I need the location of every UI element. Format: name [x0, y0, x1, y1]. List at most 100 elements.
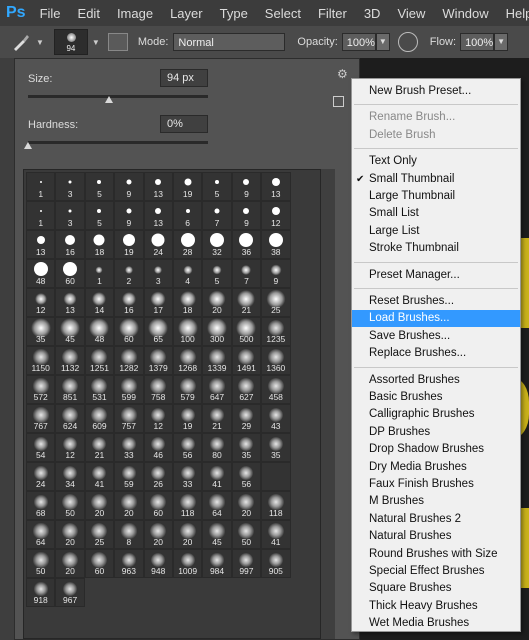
brush-preset-cell[interactable]: 38: [261, 230, 291, 259]
brush-preset-cell[interactable]: 948: [143, 549, 173, 578]
menu-item-wet-media-brushes[interactable]: Wet Media Brushes: [352, 615, 520, 632]
menu-file[interactable]: File: [40, 6, 61, 21]
flow-dropdown-icon[interactable]: ▼: [494, 33, 509, 51]
brush-preset-cell[interactable]: 1282: [114, 346, 144, 375]
brush-preset-cell[interactable]: 24: [26, 462, 56, 491]
brush-preset-cell[interactable]: 1150: [26, 346, 56, 375]
brush-preset-cell[interactable]: 59: [114, 462, 144, 491]
brush-preset-cell[interactable]: 60: [84, 549, 115, 578]
brush-preset-cell[interactable]: 18: [172, 288, 203, 317]
brush-preset-cell[interactable]: 2: [114, 259, 144, 288]
menu-select[interactable]: Select: [265, 6, 301, 21]
brush-preset-cell[interactable]: 20: [231, 491, 262, 520]
brush-preset-cell[interactable]: 33: [114, 433, 144, 462]
brush-preset-cell[interactable]: 18: [84, 230, 115, 259]
menu-item-new-brush-preset[interactable]: New Brush Preset...: [352, 83, 520, 100]
brush-preset-cell[interactable]: 56: [172, 433, 203, 462]
menu-item-dp-brushes[interactable]: DP Brushes: [352, 424, 520, 441]
brush-preset-cell[interactable]: 46: [143, 433, 173, 462]
brush-preset-cell[interactable]: 997: [231, 549, 262, 578]
brush-preset-cell[interactable]: 64: [202, 491, 232, 520]
brush-preset-cell[interactable]: 48: [26, 259, 56, 288]
brush-preset-cell[interactable]: 967: [55, 578, 85, 607]
hardness-slider[interactable]: [28, 141, 208, 144]
menu-item-preset-manager[interactable]: Preset Manager...: [352, 267, 520, 284]
brush-preset-cell[interactable]: 54: [26, 433, 56, 462]
brush-preset-cell[interactable]: 19: [172, 172, 203, 201]
brush-preset-cell[interactable]: 41: [84, 462, 115, 491]
brush-preset-cell[interactable]: 1: [26, 201, 56, 230]
brush-preset-cell[interactable]: 13: [261, 172, 291, 201]
menu-item-basic-brushes[interactable]: Basic Brushes: [352, 389, 520, 406]
brush-preset-cell[interactable]: 60: [114, 317, 144, 346]
brush-preset-cell[interactable]: 12: [143, 404, 173, 433]
brush-preset-cell[interactable]: 35: [261, 433, 291, 462]
brush-preset-cell[interactable]: 25: [261, 288, 291, 317]
brush-preset-cell[interactable]: 36: [231, 230, 262, 259]
menu-item-natural-brushes[interactable]: Natural Brushes: [352, 528, 520, 545]
menu-edit[interactable]: Edit: [78, 6, 100, 21]
brush-preset-cell[interactable]: 56: [231, 462, 262, 491]
brush-preset-cell[interactable]: 20: [84, 491, 115, 520]
panel-gear-icon[interactable]: ⚙: [337, 67, 348, 81]
brush-preset-cell[interactable]: 118: [172, 491, 203, 520]
menu-item-load-brushes[interactable]: Load Brushes...: [352, 310, 520, 328]
brush-preset-cell[interactable]: 13: [55, 288, 85, 317]
brush-preset-cell[interactable]: 20: [172, 520, 203, 549]
menu-item-small-list[interactable]: Small List: [352, 205, 520, 222]
menu-item-assorted-brushes[interactable]: Assorted Brushes: [352, 372, 520, 389]
brush-preset-cell[interactable]: 41: [202, 462, 232, 491]
brush-preset-cell[interactable]: 20: [143, 520, 173, 549]
brush-preset-cell[interactable]: 6: [172, 201, 203, 230]
brush-preset-cell[interactable]: 35: [231, 433, 262, 462]
brush-preset-cell[interactable]: 1339: [202, 346, 232, 375]
brush-preset-cell[interactable]: 7: [202, 201, 232, 230]
brush-preset-cell[interactable]: 118: [261, 491, 291, 520]
menu-item-drop-shadow-brushes[interactable]: Drop Shadow Brushes: [352, 441, 520, 458]
brush-preset-cell[interactable]: 5: [202, 172, 232, 201]
brush-preset-cell[interactable]: 1: [26, 172, 56, 201]
opacity-input[interactable]: 100%: [341, 33, 376, 51]
menu-view[interactable]: View: [397, 6, 425, 21]
brush-preset-cell[interactable]: 34: [55, 462, 85, 491]
menu-item-dry-media-brushes[interactable]: Dry Media Brushes: [352, 459, 520, 476]
brush-preset-cell[interactable]: 3: [55, 172, 85, 201]
brush-preset-cell[interactable]: 13: [143, 201, 173, 230]
brush-panel-toggle-icon[interactable]: [107, 33, 128, 51]
brush-preset-cell[interactable]: 5: [202, 259, 232, 288]
brush-preset-cell[interactable]: 8: [114, 520, 144, 549]
brush-preset-cell[interactable]: 45: [202, 520, 232, 549]
menu-item-m-brushes[interactable]: M Brushes: [352, 493, 520, 510]
brush-preset-cell[interactable]: 1251: [84, 346, 115, 375]
brush-preset-cell[interactable]: 1268: [172, 346, 203, 375]
brush-preset-cell[interactable]: 50: [26, 549, 56, 578]
brush-preset-cell[interactable]: 1379: [143, 346, 173, 375]
menu-type[interactable]: Type: [220, 6, 248, 21]
menu-item-round-brushes-with-size[interactable]: Round Brushes with Size: [352, 546, 520, 563]
brush-preset-cell[interactable]: 458: [261, 375, 291, 404]
brush-preset-cell[interactable]: 1009: [172, 549, 203, 578]
brush-preset-cell[interactable]: 16: [114, 288, 144, 317]
brush-preset-cell[interactable]: 12: [55, 433, 85, 462]
brush-preset-cell[interactable]: 572: [26, 375, 56, 404]
brush-preset-cell[interactable]: 767: [26, 404, 56, 433]
brush-preset-cell[interactable]: 758: [143, 375, 173, 404]
menu-item-large-list[interactable]: Large List: [352, 223, 520, 240]
menu-item-save-brushes[interactable]: Save Brushes...: [352, 328, 520, 345]
brush-preset-cell[interactable]: 579: [172, 375, 203, 404]
menu-window[interactable]: Window: [442, 6, 488, 21]
brush-preset-cell[interactable]: 26: [143, 462, 173, 491]
flow-input[interactable]: 100%: [460, 33, 495, 51]
brush-preset-cell[interactable]: 9: [114, 172, 144, 201]
mode-select[interactable]: Normal: [173, 33, 286, 51]
brush-preset-cell[interactable]: 24: [143, 230, 173, 259]
menu-layer[interactable]: Layer: [170, 6, 203, 21]
brush-preset-cell[interactable]: 20: [114, 491, 144, 520]
brush-preset-cell[interactable]: 624: [55, 404, 85, 433]
brush-preset-cell[interactable]: 20: [202, 288, 232, 317]
brush-preset-cell[interactable]: 32: [202, 230, 232, 259]
brush-preset-cell[interactable]: 20: [55, 520, 85, 549]
brush-preset-cell[interactable]: 1491: [231, 346, 262, 375]
brush-preset-cell[interactable]: 599: [114, 375, 144, 404]
brush-preset-cell[interactable]: 300: [202, 317, 232, 346]
